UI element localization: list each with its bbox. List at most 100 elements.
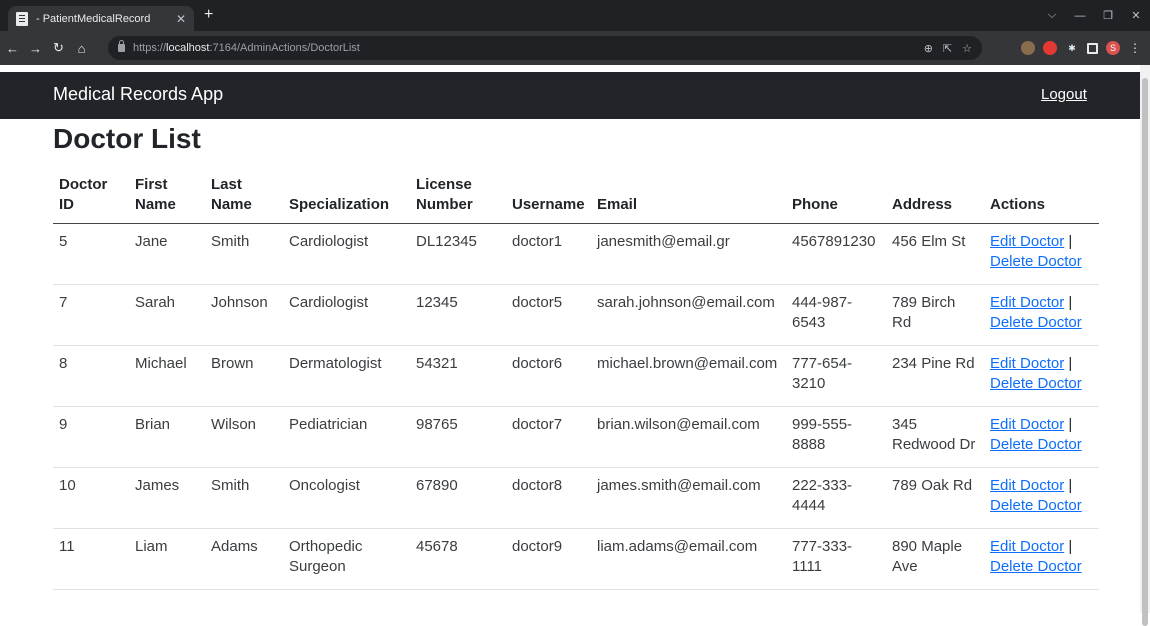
window-controls: ⌵ — ❐ ✕ (1038, 0, 1150, 31)
extension-icons: ✱ S ⋮ (1021, 36, 1142, 60)
delete-doctor-link[interactable]: Delete Doctor (990, 253, 1082, 270)
col-actions: Actions (984, 172, 1099, 224)
delete-doctor-link[interactable]: Delete Doctor (990, 497, 1082, 514)
close-window-icon[interactable]: ✕ (1122, 0, 1150, 31)
doctor-id-cell: 9 (53, 406, 129, 468)
edit-doctor-link[interactable]: Edit Doctor (990, 294, 1064, 311)
delete-doctor-link[interactable]: Delete Doctor (990, 314, 1082, 331)
phone-cell: 222-333-4444 (786, 467, 886, 529)
last-name-cell: Brown (205, 345, 283, 407)
doctor-id-cell: 10 (53, 467, 129, 529)
action-separator: | (1064, 477, 1073, 494)
share-icon[interactable]: ⇱ (943, 42, 952, 55)
table-row: 5 Jane Smith Cardiologist DL12345 doctor1 jane… (53, 223, 1099, 285)
doctor-table: Doctor ID First Name Last Name Specializati… (53, 172, 1099, 590)
forward-icon[interactable]: → (25, 36, 46, 60)
restore-icon[interactable]: ❐ (1094, 0, 1122, 31)
browser-tab-strip: - PatientMedicalRecord ✕ + ⌵ — ❐ ✕ (0, 0, 1150, 31)
first-name-cell: Brian (129, 406, 205, 468)
license-number-cell: 54321 (410, 345, 506, 407)
browser-toolbar: ← → ↻ ⌂ https://localhost:7164/AdminActi… (0, 31, 1150, 65)
extension-shield-icon[interactable] (1043, 41, 1057, 55)
url-host: localhost (166, 42, 210, 54)
address-bar[interactable]: https://localhost:7164/AdminActions/Doct… (108, 36, 982, 60)
license-number-cell: DL12345 (410, 223, 506, 285)
omnibox-actions: ⊕ ⇱ ☆ (924, 36, 972, 60)
profile-avatar[interactable]: S (1106, 41, 1120, 55)
username-cell: doctor1 (506, 223, 591, 285)
delete-doctor-link[interactable]: Delete Doctor (990, 558, 1082, 575)
license-number-cell: 12345 (410, 284, 506, 346)
col-license-number: License Number (410, 172, 506, 224)
browser-tab[interactable]: - PatientMedicalRecord ✕ (8, 6, 194, 31)
page-favicon-icon (16, 11, 28, 26)
edit-doctor-link[interactable]: Edit Doctor (990, 538, 1064, 555)
actions-cell: Edit Doctor | Delete Doctor (984, 528, 1099, 590)
first-name-cell: Liam (129, 528, 205, 590)
url-prefix: https:// (133, 42, 167, 54)
zoom-icon[interactable]: ⊕ (924, 42, 933, 55)
navbar-brand[interactable]: Medical Records App (53, 84, 223, 105)
browser-menu-icon[interactable]: ⋮ (1128, 41, 1142, 55)
doctor-id-cell: 11 (53, 528, 129, 590)
email-cell: janesmith@email.gr (591, 223, 786, 285)
delete-doctor-link[interactable]: Delete Doctor (990, 375, 1082, 392)
minimize-icon[interactable]: — (1066, 0, 1094, 31)
phone-cell: 777-333-1111 (786, 528, 886, 590)
username-cell: doctor7 (506, 406, 591, 468)
username-cell: doctor8 (506, 467, 591, 529)
phone-cell: 4567891230 (786, 223, 886, 285)
col-specialization: Specialization (283, 172, 410, 224)
actions-cell: Edit Doctor | Delete Doctor (984, 345, 1099, 407)
app-navbar: Medical Records App Logout (0, 72, 1140, 119)
license-number-cell: 67890 (410, 467, 506, 529)
doctor-id-cell: 5 (53, 223, 129, 285)
doctor-table-body: 5 Jane Smith Cardiologist DL12345 doctor1 jane… (53, 223, 1099, 590)
address-cell: 234 Pine Rd (886, 345, 984, 407)
address-cell: 789 Oak Rd (886, 467, 984, 529)
actions-cell: Edit Doctor | Delete Doctor (984, 467, 1099, 529)
tab-title: - PatientMedicalRecord (36, 12, 151, 25)
col-address: Address (886, 172, 984, 224)
table-row: 11 Liam Adams Orthopedic Surgeon 45678 doctor… (53, 528, 1099, 590)
url-path: :7164/AdminActions/DoctorList (209, 42, 360, 54)
phone-cell: 444-987-6543 (786, 284, 886, 346)
bookmark-star-icon[interactable]: ☆ (962, 42, 972, 55)
specialization-cell: Dermatologist (283, 345, 410, 407)
address-cell: 345 Redwood Dr (886, 406, 984, 468)
lock-icon (118, 40, 125, 52)
address-cell: 456 Elm St (886, 223, 984, 285)
phone-cell: 999-555-8888 (786, 406, 886, 468)
first-name-cell: James (129, 467, 205, 529)
last-name-cell: Adams (205, 528, 283, 590)
extension-cookie-icon[interactable] (1021, 41, 1035, 55)
doctor-id-cell: 8 (53, 345, 129, 407)
specialization-cell: Cardiologist (283, 223, 410, 285)
tab-search-icon[interactable]: ⌵ (1038, 0, 1066, 31)
edit-doctor-link[interactable]: Edit Doctor (990, 355, 1064, 372)
back-icon[interactable]: ← (2, 36, 23, 60)
address-cell: 890 Maple Ave (886, 528, 984, 590)
actions-cell: Edit Doctor | Delete Doctor (984, 223, 1099, 285)
specialization-cell: Pediatrician (283, 406, 410, 468)
extensions-puzzle-icon[interactable]: ✱ (1065, 41, 1079, 55)
table-row: 7 Sarah Johnson Cardiologist 12345 doctor5 sar… (53, 284, 1099, 346)
last-name-cell: Wilson (205, 406, 283, 468)
side-panel-icon[interactable] (1087, 42, 1098, 54)
action-separator: | (1064, 355, 1073, 372)
reload-icon[interactable]: ↻ (48, 36, 69, 60)
tab-close-icon[interactable]: ✕ (176, 12, 186, 26)
logout-link[interactable]: Logout (1041, 86, 1087, 103)
table-row: 10 James Smith Oncologist 67890 doctor8 james.… (53, 467, 1099, 529)
last-name-cell: Smith (205, 467, 283, 529)
edit-doctor-link[interactable]: Edit Doctor (990, 477, 1064, 494)
page-scrollbar-thumb[interactable] (1142, 78, 1148, 626)
edit-doctor-link[interactable]: Edit Doctor (990, 233, 1064, 250)
delete-doctor-link[interactable]: Delete Doctor (990, 436, 1082, 453)
new-tab-icon[interactable]: + (204, 6, 213, 24)
home-icon[interactable]: ⌂ (71, 36, 92, 60)
edit-doctor-link[interactable]: Edit Doctor (990, 416, 1064, 433)
col-first-name: First Name (129, 172, 205, 224)
col-phone: Phone (786, 172, 886, 224)
username-cell: doctor5 (506, 284, 591, 346)
